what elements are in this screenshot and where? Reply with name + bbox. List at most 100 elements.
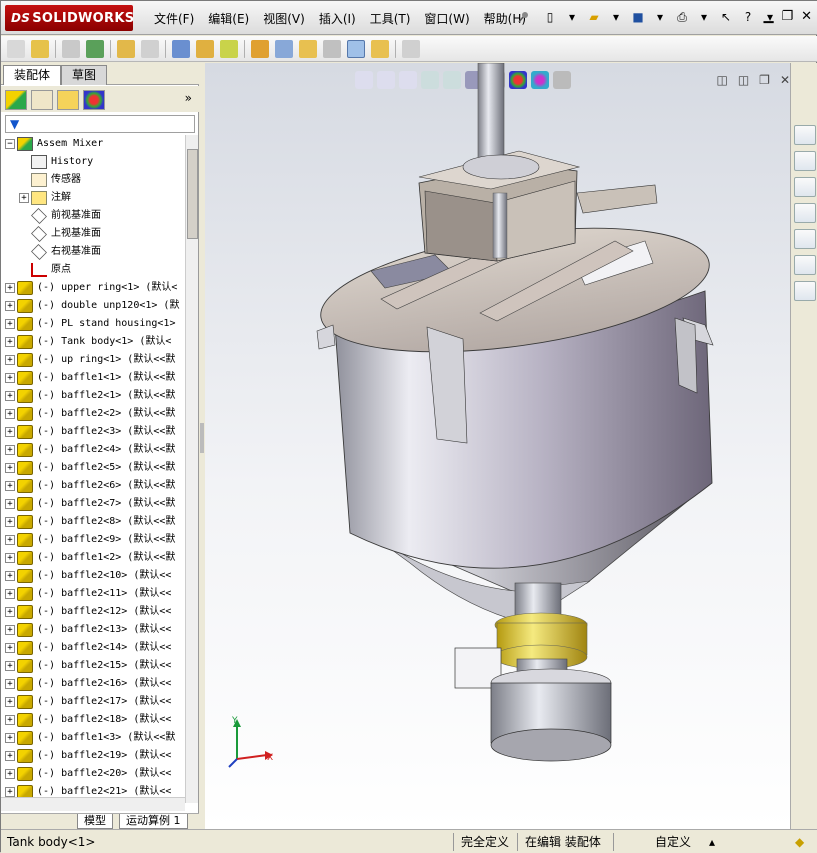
explode-line-sketch-icon[interactable]: [323, 39, 341, 58]
tree-row[interactable]: + (-) up ring<1> (默认<<默: [1, 351, 185, 369]
assembly-features-icon[interactable]: [196, 39, 214, 58]
tree-row[interactable]: 原点: [1, 261, 185, 279]
restore-icon[interactable]: ❐: [781, 9, 793, 24]
expand-icon[interactable]: +: [5, 643, 15, 653]
smart-fasteners-icon[interactable]: [117, 39, 135, 58]
tab-sketch[interactable]: 草图: [61, 65, 108, 85]
tree-row[interactable]: + (-) baffle1<1> (默认<<默: [1, 369, 185, 387]
expand-icon[interactable]: +: [5, 607, 15, 617]
pin-icon[interactable]: [517, 10, 531, 24]
tree-horizontal-scrollbar[interactable]: [1, 797, 185, 811]
expand-icon[interactable]: +: [5, 427, 15, 437]
interference-detection-icon[interactable]: [347, 39, 365, 58]
tree-row[interactable]: + (-) baffle2<8> (默认<<默: [1, 513, 185, 531]
expand-tabs-icon[interactable]: »: [185, 91, 192, 105]
tree-row[interactable]: 上视基准面: [1, 225, 185, 243]
scrollbar-thumb[interactable]: [187, 149, 198, 239]
large-design-review-icon[interactable]: [402, 39, 420, 58]
new-document-icon[interactable]: ▯: [541, 7, 559, 27]
menu-insert[interactable]: 插入(I): [312, 10, 363, 27]
rebuild-tag-icon[interactable]: ◆: [791, 833, 808, 851]
tree-row[interactable]: + (-) baffle2<9> (默认<<默: [1, 531, 185, 549]
menu-view[interactable]: 视图(V): [256, 10, 312, 27]
menu-tools[interactable]: 工具(T): [363, 10, 418, 27]
tree-row[interactable]: + (-) baffle2<14> (默认<<: [1, 639, 185, 657]
tree-row[interactable]: + (-) double unp120<1> (默: [1, 297, 185, 315]
linear-pattern-icon[interactable]: [86, 39, 104, 58]
tree-row[interactable]: 右视基准面: [1, 243, 185, 261]
tab-assembly[interactable]: 装配体: [3, 65, 62, 85]
display-manager-icon[interactable]: [83, 90, 105, 110]
tree-row[interactable]: + (-) baffle2<15> (默认<<: [1, 657, 185, 675]
expand-icon[interactable]: +: [5, 445, 15, 455]
tree-row[interactable]: + (-) baffle2<16> (默认<<: [1, 675, 185, 693]
expand-icon[interactable]: +: [5, 715, 15, 725]
home-icon[interactable]: [794, 151, 816, 171]
tree-filter-input[interactable]: ▼: [5, 115, 195, 133]
custom-properties-icon[interactable]: [794, 281, 816, 301]
expand-icon[interactable]: +: [5, 409, 15, 419]
expand-icon[interactable]: +: [5, 355, 15, 365]
appearances-icon[interactable]: [794, 255, 816, 275]
design-library-icon[interactable]: [794, 177, 816, 197]
expand-icon[interactable]: +: [5, 769, 15, 779]
feature-manager-icon[interactable]: [5, 90, 27, 110]
expand-icon[interactable]: +: [5, 535, 15, 545]
dropdown-arrow-icon[interactable]: ▾: [695, 7, 713, 27]
expand-icon[interactable]: +: [5, 661, 15, 671]
bill-of-materials-icon[interactable]: [275, 39, 293, 58]
expand-icon[interactable]: +: [5, 733, 15, 743]
expand-icon[interactable]: +: [5, 517, 15, 527]
expand-icon[interactable]: +: [5, 373, 15, 383]
reference-geometry-icon[interactable]: [220, 39, 238, 58]
configuration-manager-icon[interactable]: [57, 90, 79, 110]
expand-icon[interactable]: +: [5, 553, 15, 563]
tree-vertical-scrollbar[interactable]: [185, 135, 198, 803]
tree-row[interactable]: + (-) baffle2<10> (默认<<: [1, 567, 185, 585]
tree-row[interactable]: + (-) baffle2<5> (默认<<默: [1, 459, 185, 477]
property-manager-icon[interactable]: [31, 90, 53, 110]
tree-row[interactable]: + (-) baffle2<11> (默认<<: [1, 585, 185, 603]
units-arrow-icon[interactable]: ▴: [705, 833, 719, 851]
tab-model[interactable]: 模型: [77, 814, 113, 829]
minimize-icon[interactable]: ▁: [763, 9, 773, 24]
open-folder-icon[interactable]: ▰: [585, 7, 603, 27]
dropdown-arrow-icon[interactable]: ▾: [651, 7, 669, 27]
tree-row[interactable]: + (-) baffle1<3> (默认<<默: [1, 729, 185, 747]
expand-icon[interactable]: +: [5, 697, 15, 707]
mixer-3d-model[interactable]: Y X: [205, 63, 790, 829]
tree-row[interactable]: + (-) baffle2<17> (默认<<: [1, 693, 185, 711]
expand-icon[interactable]: +: [5, 589, 15, 599]
tree-row[interactable]: + (-) baffle2<4> (默认<<默: [1, 441, 185, 459]
tree-row[interactable]: + (-) baffle2<20> (默认<<: [1, 765, 185, 783]
expand-icon[interactable]: +: [5, 481, 15, 491]
tree-row[interactable]: + (-) baffle2<1> (默认<<默: [1, 387, 185, 405]
tree-row[interactable]: + (-) baffle2<3> (默认<<默: [1, 423, 185, 441]
expand-icon[interactable]: +: [5, 337, 15, 347]
expand-icon[interactable]: +: [5, 787, 15, 797]
mate-icon[interactable]: [62, 39, 80, 58]
select-icon[interactable]: ↖: [717, 7, 735, 27]
tree-row[interactable]: 传感器: [1, 171, 185, 189]
show-hidden-icon[interactable]: [172, 39, 190, 58]
dropdown-arrow-icon[interactable]: ▾: [607, 7, 625, 27]
tree-row[interactable]: + (-) PL stand housing<1>: [1, 315, 185, 333]
expand-icon[interactable]: +: [5, 463, 15, 473]
tab-motion-study[interactable]: 运动算例 1: [119, 814, 188, 829]
solidworks-resources-icon[interactable]: [794, 125, 816, 145]
status-units[interactable]: 自定义: [651, 833, 695, 851]
menu-file[interactable]: 文件(F): [147, 10, 201, 27]
tree-row[interactable]: + (-) baffle2<7> (默认<<默: [1, 495, 185, 513]
help-icon[interactable]: ?: [739, 7, 757, 27]
splitter-grip[interactable]: [200, 423, 204, 453]
dropdown-arrow-icon[interactable]: ▾: [563, 7, 581, 27]
expand-icon[interactable]: +: [5, 319, 15, 329]
instant3d-icon[interactable]: [371, 39, 389, 58]
insert-component-icon[interactable]: [7, 39, 25, 58]
expand-icon[interactable]: +: [5, 679, 15, 689]
tree-row[interactable]: 前视基准面: [1, 207, 185, 225]
tree-row[interactable]: − Assem Mixer: [1, 135, 185, 153]
collapse-icon[interactable]: −: [5, 139, 15, 149]
tree-row[interactable]: + (-) upper ring<1> (默认<: [1, 279, 185, 297]
save-icon[interactable]: ■: [629, 7, 647, 27]
